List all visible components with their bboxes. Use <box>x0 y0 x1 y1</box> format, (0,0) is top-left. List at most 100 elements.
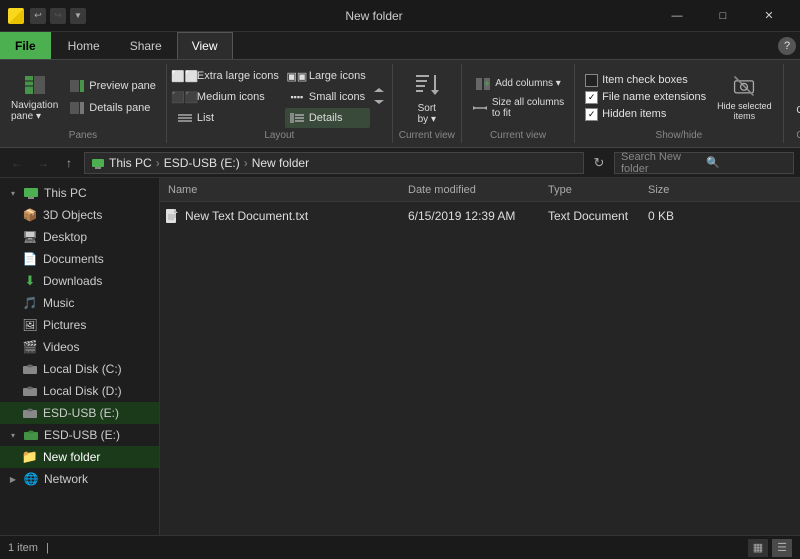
item-checkboxes-toggle[interactable]: Item check boxes <box>585 74 706 87</box>
maximize-button[interactable]: □ <box>700 0 746 32</box>
minimize-button[interactable]: — <box>654 0 700 32</box>
options-content: Options <box>790 66 800 128</box>
ribbon-group-showhide: Item check boxes ✓ File name extensions … <box>575 64 784 143</box>
sidebar-item-local-c[interactable]: Local Disk (C:) <box>0 358 159 380</box>
close-button[interactable]: ✕ <box>746 0 792 32</box>
music-label: Music <box>43 296 74 310</box>
ribbon-group-panes: Navigationpane ▾ Preview pane Details pa… <box>0 64 167 143</box>
new-folder-icon: 📁 <box>22 449 38 465</box>
details-view-button[interactable]: ▦ <box>748 539 768 557</box>
3d-objects-icon: 📦 <box>22 207 38 223</box>
small-icons-icon: ▪▪▪▪ <box>289 89 305 105</box>
qat-undo[interactable]: ↩ <box>30 8 46 24</box>
medium-icons-button[interactable]: ⬛⬛ Medium icons <box>173 87 283 107</box>
path-esd-usb[interactable]: ESD-USB (E:) <box>164 156 240 170</box>
column-header-type[interactable]: Type <box>544 178 644 201</box>
refresh-button[interactable]: ↻ <box>588 152 610 174</box>
list-button[interactable]: List <box>173 108 283 128</box>
sidebar-item-esd-usb-node[interactable]: ▾ ESD-USB (E:) <box>0 424 159 446</box>
tab-home[interactable]: Home <box>53 32 115 59</box>
hide-selected-icon <box>732 74 756 98</box>
sidebar-item-network[interactable]: ▶ 🌐 Network <box>0 468 159 490</box>
address-path[interactable]: This PC › ESD-USB (E:) › New folder <box>84 152 584 174</box>
path-this-pc[interactable]: This PC <box>109 156 152 170</box>
ribbon-tabs: File Home Share View ? <box>0 32 800 60</box>
sidebar-item-local-d[interactable]: Local Disk (D:) <box>0 380 159 402</box>
layout-expand-button[interactable] <box>372 86 386 109</box>
file-name-ext-label: File name extensions <box>602 91 706 103</box>
large-icons-icon: ▣▣ <box>289 68 305 84</box>
file-size-cell: 0 KB <box>644 209 724 223</box>
esd-usb-expand-icon: ▾ <box>8 430 18 440</box>
this-pc-expand-icon: ▾ <box>8 188 18 198</box>
preview-pane-button[interactable]: Preview pane <box>65 76 160 96</box>
hidden-items-toggle[interactable]: ✓ Hidden items <box>585 108 706 121</box>
add-column-icon: + <box>475 76 491 92</box>
details-button[interactable]: Details <box>285 108 370 128</box>
add-column-button[interactable]: + Add columns ▾ <box>471 74 565 94</box>
column-header-date[interactable]: Date modified <box>404 178 544 201</box>
sidebar-item-desktop[interactable]: 🖥 Desktop <box>0 226 159 248</box>
sidebar-item-esd-usb-drive[interactable]: ESD-USB (E:) <box>0 402 159 424</box>
forward-button[interactable]: → <box>32 152 54 174</box>
sidebar-item-pictures[interactable]: 🖼 Pictures <box>0 314 159 336</box>
details-pane-button[interactable]: Details pane <box>65 98 160 118</box>
table-row[interactable]: New Text Document.txt 6/15/2019 12:39 AM… <box>160 202 800 230</box>
extra-large-icons-icon: ⬜⬜ <box>177 68 193 84</box>
path-new-folder[interactable]: New folder <box>252 156 309 170</box>
local-d-label: Local Disk (D:) <box>43 384 122 398</box>
column-header-name[interactable]: Name <box>164 178 404 201</box>
size-columns-button[interactable]: Size all columnsto fit <box>468 95 568 121</box>
file-date-cell: 6/15/2019 12:39 AM <box>404 209 544 223</box>
status-bar: 1 item | ▦ ☰ <box>0 535 800 559</box>
sort-label: Sortby ▾ <box>418 103 436 125</box>
qat-redo[interactable]: ↪ <box>50 8 66 24</box>
ribbon-group-options: Options Options <box>784 64 800 143</box>
list-view-button[interactable]: ☰ <box>772 539 792 557</box>
size-columns-icon <box>472 100 488 116</box>
sort-group-label: Current view <box>399 128 455 141</box>
file-icon <box>164 208 180 224</box>
sidebar-item-downloads[interactable]: ⬇ Downloads <box>0 270 159 292</box>
ribbon-view: Navigationpane ▾ Preview pane Details pa… <box>0 60 800 148</box>
tab-share[interactable]: Share <box>115 32 177 59</box>
sidebar-item-videos[interactable]: 🎬 Videos <box>0 336 159 358</box>
item-count: 1 item <box>8 542 38 554</box>
file-name-ext-cb: ✓ <box>585 91 598 104</box>
documents-label: Documents <box>43 252 104 266</box>
small-icons-button[interactable]: ▪▪▪▪ Small icons <box>285 87 370 107</box>
music-icon: 🎵 <box>22 295 38 311</box>
showhide-group-label: Show/hide <box>656 128 703 141</box>
file-name-extensions-toggle[interactable]: ✓ File name extensions <box>585 91 706 104</box>
search-box[interactable]: Search New folder 🔍 <box>614 152 794 174</box>
extra-large-icons-button[interactable]: ⬜⬜ Extra large icons <box>173 66 283 86</box>
ribbon-group-currentview: + Add columns ▾ Size all columnsto fit C… <box>462 64 575 143</box>
panes-content: Navigationpane ▾ Preview pane Details pa… <box>6 66 160 128</box>
sidebar-item-documents[interactable]: 📄 Documents <box>0 248 159 270</box>
navigation-pane-button[interactable]: Navigationpane ▾ <box>6 67 63 127</box>
videos-icon: 🎬 <box>22 339 38 355</box>
sidebar-item-new-folder[interactable]: 📁 New folder <box>0 446 159 468</box>
sidebar: ▾ This PC 📦 3D Objects 🖥 Desktop 📄 Docum… <box>0 178 160 535</box>
column-header-size[interactable]: Size <box>644 178 724 201</box>
panes-col: Preview pane Details pane <box>65 76 160 118</box>
list-icon <box>177 110 193 126</box>
esd-usb-node-label: ESD-USB (E:) <box>44 428 120 442</box>
up-button[interactable]: ↑ <box>58 152 80 174</box>
qat-dropdown[interactable]: ▼ <box>70 8 86 24</box>
tab-file[interactable]: File <box>0 32 51 59</box>
sidebar-item-3d-objects[interactable]: 📦 3D Objects <box>0 204 159 226</box>
large-icons-button[interactable]: ▣▣ Large icons <box>285 66 370 86</box>
sidebar-item-this-pc[interactable]: ▾ This PC <box>0 182 159 204</box>
local-c-label: Local Disk (C:) <box>43 362 122 376</box>
sidebar-item-music[interactable]: 🎵 Music <box>0 292 159 314</box>
help-button[interactable]: ? <box>778 37 796 55</box>
network-expand-icon: ▶ <box>8 474 18 484</box>
options-button[interactable]: Options <box>790 67 800 127</box>
sort-by-button[interactable]: Sortby ▾ <box>407 67 447 127</box>
tab-view[interactable]: View <box>177 32 233 59</box>
back-button[interactable]: ← <box>6 152 28 174</box>
app-icon <box>8 8 24 24</box>
local-d-icon <box>22 383 38 399</box>
hide-selected-button[interactable]: Hide selecteditems <box>712 67 777 127</box>
